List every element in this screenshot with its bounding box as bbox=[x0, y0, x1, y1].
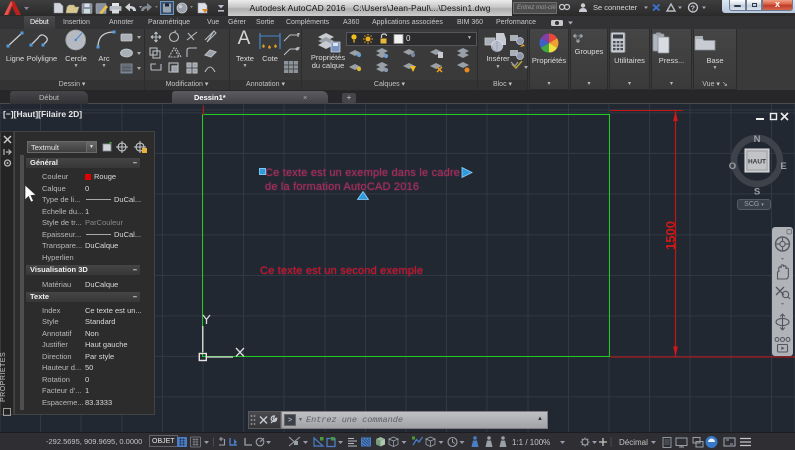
svg-text:Se connecter: Se connecter bbox=[593, 3, 638, 12]
svg-text:N: N bbox=[754, 134, 761, 145]
svg-text:E: E bbox=[780, 161, 786, 172]
svg-text:S: S bbox=[754, 187, 760, 198]
svg-text:HAUT: HAUT bbox=[748, 159, 766, 166]
svg-text:1500: 1500 bbox=[663, 221, 678, 250]
svg-text:Décimal: Décimal bbox=[619, 438, 648, 447]
svg-text:1:1 / 100%: 1:1 / 100% bbox=[512, 438, 550, 447]
svg-text:?: ? bbox=[691, 4, 696, 13]
svg-text:O: O bbox=[729, 161, 736, 172]
